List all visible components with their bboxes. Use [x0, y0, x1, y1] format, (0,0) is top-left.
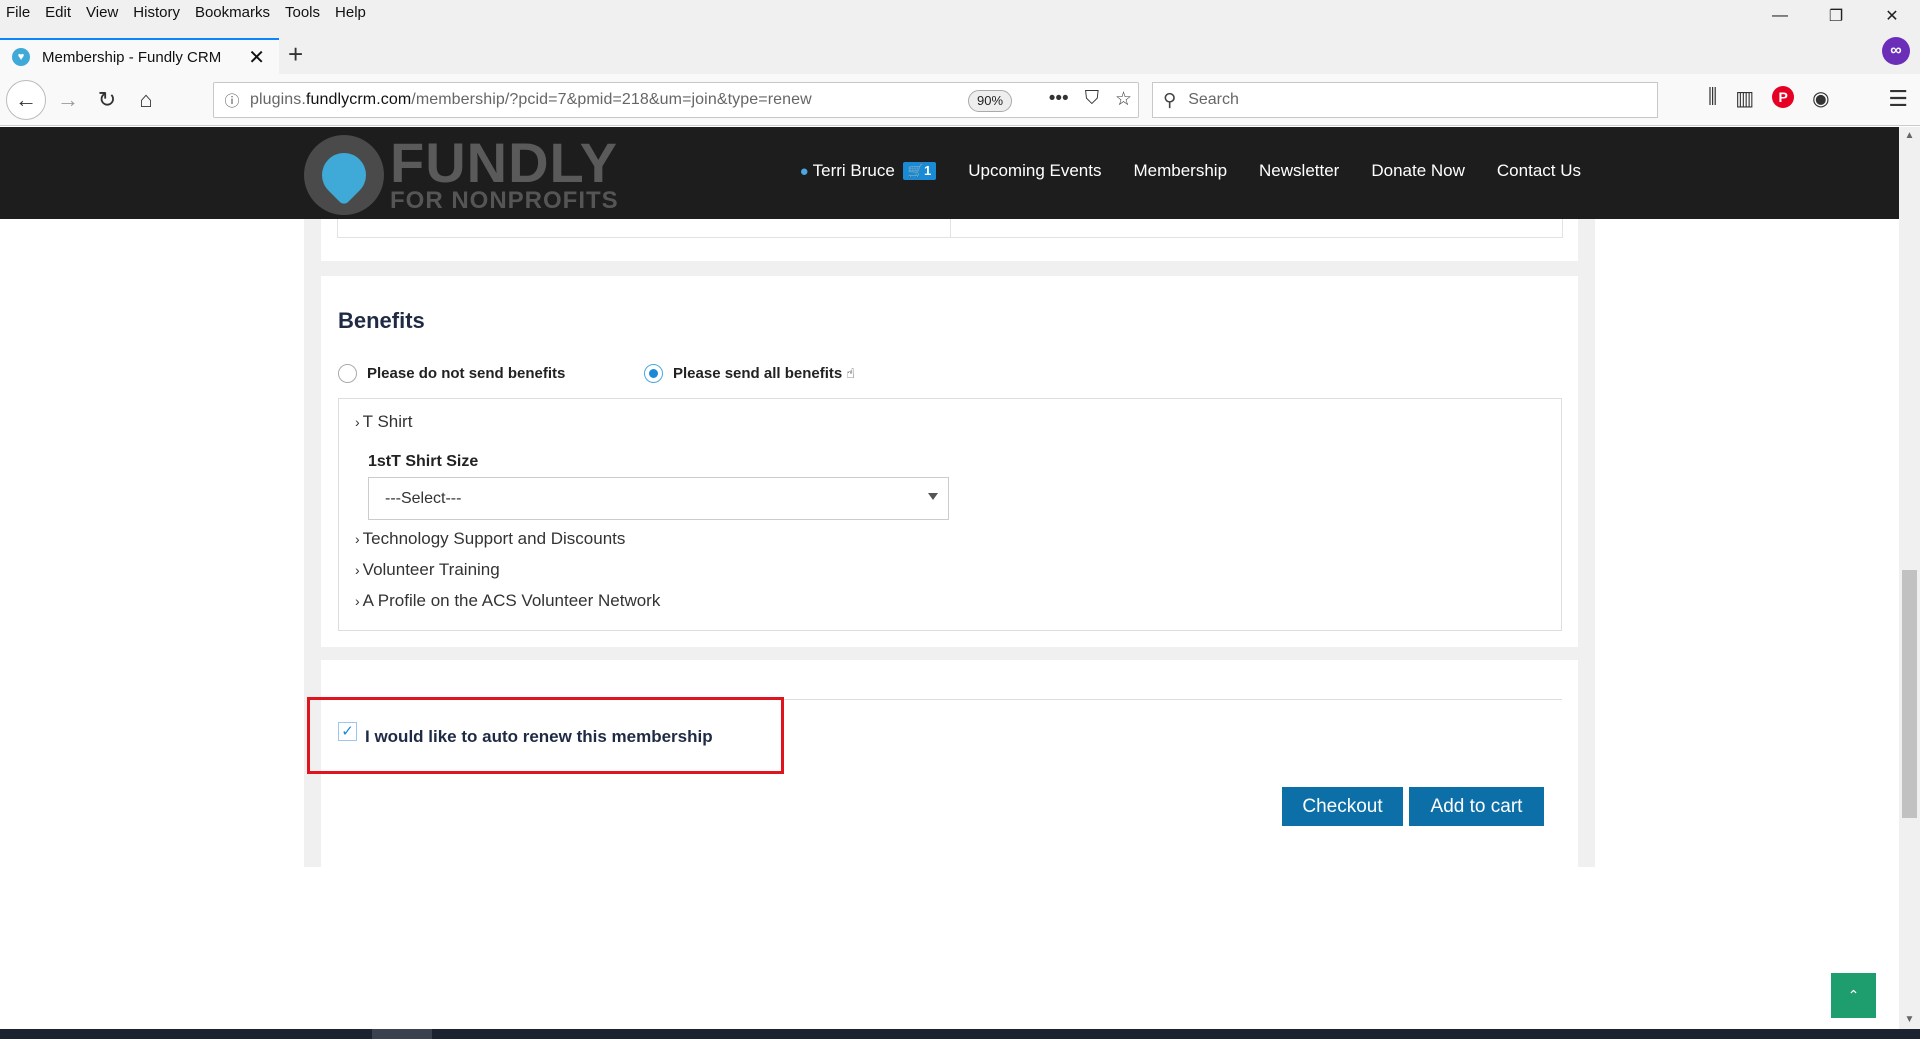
chevron-right-icon: ›	[355, 414, 360, 430]
taskbar-item[interactable]	[372, 1029, 432, 1039]
menu-file[interactable]: File	[6, 4, 30, 21]
benefit-item-technology[interactable]: › Technology Support and Discounts	[355, 529, 625, 549]
sidebar-icon[interactable]: ▥	[1735, 86, 1754, 111]
home-button[interactable]: ⌂	[128, 82, 164, 118]
dropdown-caret-icon	[928, 493, 938, 500]
chevron-right-icon: ›	[355, 531, 360, 547]
user-account-link[interactable]: ● Terri Bruce 🛒1	[800, 161, 937, 181]
nav-contact-us[interactable]: Contact Us	[1497, 161, 1581, 181]
private-browsing-icon[interactable]: ∞	[1882, 37, 1910, 65]
scroll-to-top-button[interactable]: ⌃	[1831, 973, 1876, 1018]
previous-section-inner	[337, 219, 1563, 238]
nav-newsletter[interactable]: Newsletter	[1259, 161, 1339, 181]
radio-all-benefits-control[interactable]	[644, 364, 663, 383]
shirt-size-label: 1stT Shirt Size	[368, 453, 479, 470]
tab-title: Membership - Fundly CRM	[42, 48, 222, 66]
logo-heart-icon	[304, 135, 384, 215]
nav-upcoming-events[interactable]: Upcoming Events	[968, 161, 1101, 181]
page-viewport: FUNDLY FOR NONPROFITS ● Terri Bruce 🛒1 U…	[0, 127, 1899, 1029]
url-bar[interactable]: ⓘ plugins.fundlycrm.com/membership/?pcid…	[213, 82, 1139, 118]
add-to-cart-button[interactable]: Add to cart	[1409, 787, 1544, 826]
pointer-hand-icon: ☝	[846, 365, 855, 381]
radio-all-benefits[interactable]: Please send all benefits ☝	[644, 364, 855, 383]
library-icon[interactable]: ⫼	[1708, 86, 1717, 111]
back-button[interactable]: ←	[6, 80, 46, 120]
hamburger-menu-icon[interactable]: ☰	[1888, 86, 1908, 112]
nav-donate-now[interactable]: Donate Now	[1371, 161, 1465, 181]
new-tab-button[interactable]: +	[288, 39, 303, 70]
bookmark-star-icon[interactable]: ☆	[1115, 88, 1132, 111]
menu-bar: File Edit View History Bookmarks Tools H…	[0, 0, 1920, 25]
account-icon[interactable]: ◉	[1812, 86, 1829, 111]
benefit-item-acs-profile[interactable]: › A Profile on the ACS Volunteer Network	[355, 591, 660, 611]
scrollbar-thumb[interactable]	[1902, 570, 1917, 818]
chevron-right-icon: ›	[355, 593, 360, 609]
menu-view[interactable]: View	[86, 4, 118, 21]
shirt-size-select-value: ---Select---	[385, 489, 462, 507]
user-icon: ●	[799, 162, 809, 180]
shirt-size-select[interactable]: ---Select---	[368, 477, 949, 520]
page-actions-icon[interactable]: •••	[1049, 88, 1069, 111]
benefits-title: Benefits	[338, 308, 425, 333]
zoom-badge[interactable]: 90%	[968, 90, 1013, 112]
auto-renew-checkbox[interactable]: ✓	[338, 722, 357, 741]
search-input[interactable]: ⚲ Search	[1152, 82, 1658, 118]
chevron-right-icon: ›	[355, 562, 360, 578]
checkout-button[interactable]: Checkout	[1282, 787, 1403, 826]
tab-membership[interactable]: ♥ Membership - Fundly CRM ✕	[0, 38, 279, 74]
scroll-up-arrow-icon[interactable]: ▲	[1899, 127, 1920, 145]
fundly-logo[interactable]: FUNDLY FOR NONPROFITS	[304, 135, 619, 215]
pocket-icon[interactable]: ⛉	[1085, 88, 1099, 111]
scroll-down-arrow-icon[interactable]: ▼	[1899, 1011, 1920, 1029]
user-name: Terri Bruce	[812, 161, 895, 180]
logo-title: FUNDLY	[390, 131, 618, 194]
radio-no-benefits[interactable]: Please do not send benefits	[338, 364, 565, 383]
main-nav: ● Terri Bruce 🛒1 Upcoming Events Members…	[800, 161, 1581, 181]
menu-edit[interactable]: Edit	[45, 4, 71, 21]
menu-bookmarks[interactable]: Bookmarks	[195, 4, 270, 21]
menu-history[interactable]: History	[133, 4, 180, 21]
radio-all-benefits-label: Please send all benefits	[673, 365, 843, 382]
logo-subtitle: FOR NONPROFITS	[390, 187, 619, 214]
tab-strip: ♥ Membership - Fundly CRM ✕ + ∞	[0, 25, 1920, 74]
reload-button[interactable]: ↻	[89, 82, 125, 118]
search-icon: ⚲	[1163, 89, 1177, 110]
benefit-item-t-shirt[interactable]: › T Shirt	[355, 412, 412, 432]
radio-no-benefits-control[interactable]	[338, 364, 357, 383]
site-header: FUNDLY FOR NONPROFITS ● Terri Bruce 🛒1 U…	[0, 127, 1899, 219]
menu-help[interactable]: Help	[335, 4, 366, 21]
menu-tools[interactable]: Tools	[285, 4, 320, 21]
fundly-favicon-icon: ♥	[12, 48, 30, 66]
auto-renew-label[interactable]: I would like to auto renew this membersh…	[365, 727, 713, 747]
radio-no-benefits-label: Please do not send benefits	[367, 365, 566, 382]
forward-button[interactable]: →	[50, 82, 86, 118]
nav-toolbar: ← → ↻ ⌂ ⓘ plugins.fundlycrm.com/membersh…	[0, 74, 1920, 126]
benefit-item-volunteer-training[interactable]: › Volunteer Training	[355, 560, 500, 580]
search-placeholder: Search	[1188, 91, 1239, 108]
nav-membership[interactable]: Membership	[1133, 161, 1227, 181]
url-actions: ••• ⛉ ☆	[1049, 88, 1132, 111]
tab-close-icon[interactable]: ✕	[248, 45, 265, 70]
pinterest-icon[interactable]: P	[1772, 86, 1795, 108]
cart-badge[interactable]: 🛒1	[902, 162, 937, 180]
site-info-icon[interactable]: ⓘ	[214, 90, 250, 111]
os-taskbar	[0, 1029, 1920, 1039]
page-scrollbar[interactable]: ▲ ▼	[1899, 127, 1920, 1029]
toolbar-icons: ⫼ ▥ P ◉	[1708, 86, 1830, 111]
